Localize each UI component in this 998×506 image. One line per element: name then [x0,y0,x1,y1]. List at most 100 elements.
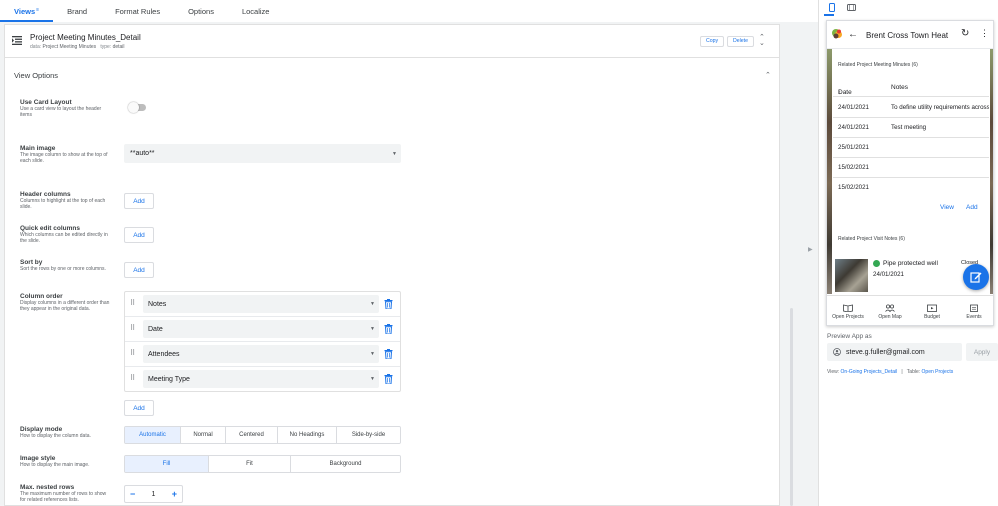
more-vert-icon[interactable]: ⋮ [980,28,989,39]
table-name-link[interactable]: Open Projects [922,369,954,375]
preview-email-input[interactable]: steve.g.fuller@gmail.com [827,343,962,361]
column-select[interactable]: Meeting Type ▼ [143,370,379,388]
phone-preview: ← Brent Cross Town Heat ↻ ⋮ Related Proj… [826,20,994,326]
tab-options[interactable]: Options [174,7,228,22]
drag-handle-icon[interactable]: ⠿ [130,374,135,382]
table-header: Date ↑ Notes [833,79,989,97]
detail-view-icon [12,36,22,45]
display-mode-segmented: Automatic Normal Centered No Headings Si… [124,426,401,444]
drag-handle-icon[interactable]: ⠿ [130,299,135,307]
edit-fab-button[interactable] [963,264,989,290]
related-meetings-title: Related Project Meeting Minutes (6) [838,62,918,68]
column-order-row: ⠿ Meeting Type ▼ [125,367,400,392]
col-notes-header[interactable]: Notes [891,84,908,91]
visit-note-text: Pipe protected well [883,260,938,267]
view-editor: Project Meeting Minutes_Detail data: Pro… [4,24,780,506]
image-style-fill[interactable]: Fill [125,456,209,472]
trash-icon[interactable] [384,374,393,384]
background-image-left [827,49,832,294]
top-nav: Views≡ Brand Format Rules Options Locali… [0,0,818,22]
tab-views[interactable]: Views≡ [0,7,54,22]
nav-events[interactable]: Events [953,296,993,325]
preview-pane: ▶ ← Brent Cross Town Heat ↻ ⋮ Related Pr… [808,0,998,506]
view-header: Project Meeting Minutes_Detail data: Pro… [5,25,779,58]
expand-collapse-icon[interactable]: ⌃ ⌄ [759,34,765,47]
image-style-fit[interactable]: Fit [209,456,291,472]
back-arrow-icon[interactable]: ← [848,29,858,40]
max-nested-value[interactable]: 1 [152,491,156,498]
view-meta: data: Project Meeting Minutes type: deta… [30,44,125,50]
tab-localize[interactable]: Localize [228,7,284,22]
nav-open-projects[interactable]: Open Projects [827,296,869,325]
visit-thumbnail[interactable] [835,259,868,292]
editor-scrollbar[interactable] [790,308,793,506]
view-title: Project Meeting Minutes_Detail [30,33,141,42]
apply-button[interactable]: Apply [966,343,998,361]
preview-as-label: Preview App as [827,333,872,340]
delete-button[interactable]: Delete [727,36,754,47]
display-mode-centered[interactable]: Centered [226,427,278,443]
tablet-device-icon[interactable] [847,3,856,12]
bottom-nav: Open Projects Open Map Budget Events [827,295,993,325]
display-mode-normal[interactable]: Normal [181,427,226,443]
add-column-button[interactable]: Add [124,400,154,416]
dropdown-arrow-icon: ▼ [370,376,375,382]
view-name-link[interactable]: On-Going Projects_Detail [841,369,898,375]
add-quick-edit-button[interactable]: Add [124,227,154,243]
column-select[interactable]: Notes ▼ [143,295,379,313]
app-header: ← Brent Cross Town Heat ↻ ⋮ [827,21,993,49]
copy-button[interactable]: Copy [700,36,725,47]
column-select[interactable]: Date ▼ [143,320,379,338]
add-link[interactable]: Add [966,204,978,211]
decrement-button[interactable]: − [130,489,135,499]
book-icon [843,304,853,312]
table-row[interactable]: 25/01/2021 [833,138,989,158]
table-row[interactable]: 15/02/2021 [833,178,989,198]
chevron-right-icon[interactable]: ▶ [808,246,813,253]
card-layout-toggle[interactable] [128,102,146,113]
table-row[interactable]: 24/01/2021 Test meeting [833,118,989,138]
tab-format-rules[interactable]: Format Rules [101,7,174,22]
display-mode-side-by-side[interactable]: Side-by-side [337,427,400,443]
increment-button[interactable]: + [172,489,177,499]
table-row[interactable]: 15/02/2021 [833,158,989,178]
status-dot-icon [873,260,880,267]
sort-by-label: Sort by Sort the rows by one or more col… [20,259,106,272]
card-layout-label: Use Card Layout Use a card view to layou… [20,99,102,118]
section-title: View Options [14,71,59,80]
device-toggle-bar [819,0,998,16]
refresh-icon[interactable]: ↻ [961,28,969,39]
mobile-device-icon[interactable] [828,3,836,12]
sort-arrow-icon: ↑ [838,89,842,96]
display-mode-no-headings[interactable]: No Headings [278,427,337,443]
preview-context-line: View: On-Going Projects_Detail | Table: … [827,369,954,375]
tab-brand[interactable]: Brand [53,7,101,22]
image-style-segmented: Fill Fit Background [124,455,401,473]
related-visits-title: Related Project Visit Notes (6) [838,236,905,242]
main-image-label: Main image The image column to show at t… [20,145,108,164]
display-mode-automatic[interactable]: Automatic [125,427,181,443]
dropdown-arrow-icon: ▼ [370,301,375,307]
add-header-column-button[interactable]: Add [124,193,154,209]
dropdown-arrow-icon: ▼ [392,150,397,157]
image-style-background[interactable]: Background [291,456,400,472]
view-link[interactable]: View [940,204,954,211]
nav-budget[interactable]: Budget [911,296,953,325]
display-mode-label: Display mode How to display the column d… [20,426,91,439]
edit-icon [970,272,982,283]
trash-icon[interactable] [384,349,393,359]
max-nested-stepper: − 1 + [124,485,183,503]
main-image-select[interactable]: **auto** ▼ [124,144,401,163]
nav-open-map[interactable]: Open Map [869,296,911,325]
chevron-up-icon[interactable]: ⌃ [765,71,771,79]
trash-icon[interactable] [384,324,393,334]
related-meetings-card: Related Project Meeting Minutes (6) Date… [833,51,989,223]
drag-handle-icon[interactable]: ⠿ [130,349,135,357]
table-row[interactable]: 24/01/2021 To define utility requirements… [833,98,989,118]
trash-icon[interactable] [384,299,393,309]
column-select[interactable]: Attendees ▼ [143,345,379,363]
add-sort-button[interactable]: Add [124,262,154,278]
device-selected-indicator [824,14,834,16]
app-title: Brent Cross Town Heat [866,31,949,40]
drag-handle-icon[interactable]: ⠿ [130,324,135,332]
